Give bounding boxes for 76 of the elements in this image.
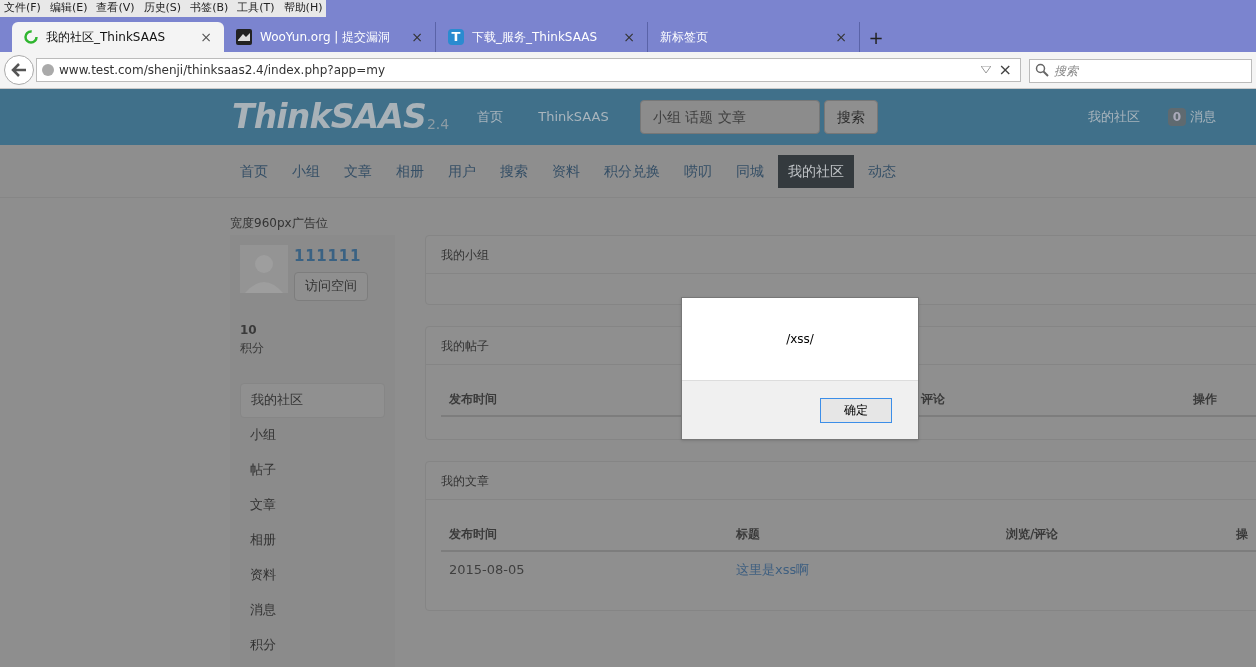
- panel-title: 我的小组: [441, 246, 489, 264]
- nav-item[interactable]: 资料: [542, 154, 590, 188]
- close-icon[interactable]: ×: [411, 26, 423, 48]
- header-link[interactable]: 消息: [1190, 107, 1217, 127]
- header-link[interactable]: ThinkSAAS: [538, 107, 609, 127]
- table-cell-text: 2015-08-05: [448, 561, 526, 580]
- url-text: www.test.com/shenji/thinksaas2.4/index.php?app=my: [59, 62, 387, 79]
- article-link[interactable]: 这里是xss啊: [728, 560, 998, 580]
- site-search-field[interactable]: 小组 话题 文章: [639, 100, 820, 134]
- visit-space-button[interactable]: 访问空间: [294, 271, 368, 301]
- panel-title: 我的帖子: [441, 337, 489, 355]
- side-menu-item[interactable]: 帖子: [240, 452, 385, 488]
- column-header: 操作: [1192, 391, 1218, 408]
- nav-item[interactable]: 唠叨: [674, 154, 722, 188]
- column-header: 标题: [735, 526, 761, 543]
- browser-tab[interactable]: 我的社区_ThinkSAAS ×: [12, 22, 224, 52]
- menu-item[interactable]: 编辑(E): [49, 0, 88, 17]
- site-logo-icon: T: [448, 29, 464, 45]
- nav-item[interactable]: 同城: [726, 154, 774, 188]
- column-header: 发布时间: [448, 526, 498, 543]
- message-count-badge: 0: [1167, 108, 1187, 126]
- user-name: 111111: [294, 246, 363, 267]
- close-icon[interactable]: ×: [623, 26, 635, 48]
- points-label: 积分: [240, 339, 265, 357]
- new-tab-button[interactable]: +: [860, 22, 892, 52]
- column-header: 发布时间: [448, 391, 498, 408]
- side-menu-item[interactable]: 消息: [240, 592, 385, 628]
- back-arrow-icon: [11, 63, 27, 77]
- column-header: 操: [1235, 526, 1249, 543]
- nav-item[interactable]: 搜索: [490, 154, 538, 188]
- column-header: 浏览/评论: [1005, 526, 1060, 543]
- side-menu-item[interactable]: 资料: [240, 557, 385, 593]
- side-menu-item[interactable]: 相册: [240, 522, 385, 558]
- side-menu-item[interactable]: 积分: [240, 627, 385, 663]
- address-field[interactable]: www.test.com/shenji/thinksaas2.4/index.php?app=my ×: [36, 58, 1021, 82]
- close-icon[interactable]: ×: [200, 26, 212, 48]
- menu-item[interactable]: 文件(F): [4, 0, 41, 17]
- loading-icon: [24, 30, 38, 44]
- nav-item[interactable]: 相册: [386, 154, 434, 188]
- nav-item[interactable]: 文章: [334, 154, 382, 188]
- version-label: 2.4: [426, 115, 450, 134]
- close-icon[interactable]: ×: [835, 26, 847, 48]
- ok-button[interactable]: 确定: [820, 397, 892, 423]
- nav-item[interactable]: 动态: [858, 154, 906, 188]
- points-value: 10: [240, 321, 258, 339]
- tab-title: WooYun.org | 提交漏洞: [260, 29, 392, 46]
- column-header: 评论: [919, 391, 946, 408]
- tab-title: 下载_服务_ThinkSAAS: [472, 29, 599, 46]
- menu-item[interactable]: 帮助(H): [283, 0, 323, 17]
- nav-item[interactable]: 我的社区: [778, 154, 854, 188]
- alert-message: /xss/: [786, 331, 814, 348]
- side-menu-item[interactable]: 我的社区: [240, 382, 385, 418]
- site-logo: ThinkSAAS: [232, 96, 426, 139]
- search-icon: [1035, 63, 1049, 77]
- nav-item[interactable]: 用户: [438, 154, 486, 188]
- menu-item[interactable]: 工具(T): [237, 0, 275, 17]
- nav-item[interactable]: 小组: [282, 154, 330, 188]
- clear-icon[interactable]: ×: [994, 58, 1016, 82]
- nav-item[interactable]: 首页: [230, 154, 278, 188]
- panel-title: 我的文章: [441, 472, 489, 490]
- search-button[interactable]: 搜索: [823, 100, 878, 134]
- nav-item[interactable]: 积分兑换: [594, 154, 670, 188]
- ad-placeholder-text: 宽度960px广告位: [230, 216, 328, 230]
- header-link[interactable]: 首页: [477, 107, 504, 127]
- tab-title: 新标签页: [660, 29, 709, 46]
- header-link[interactable]: 我的社区: [1087, 107, 1140, 127]
- menu-item[interactable]: 历史(S): [143, 0, 182, 17]
- menu-item[interactable]: 书签(B): [190, 0, 229, 17]
- back-button[interactable]: [4, 55, 34, 85]
- side-menu-item[interactable]: 小组: [240, 417, 385, 453]
- site-logo-icon: [236, 29, 252, 45]
- side-menu-item[interactable]: 文章: [240, 487, 385, 523]
- tab-title: 我的社区_ThinkSAAS: [46, 29, 167, 46]
- search-field[interactable]: 搜索: [1029, 59, 1252, 83]
- menu-item[interactable]: 查看(V): [96, 0, 135, 17]
- dropdown-icon: [980, 66, 991, 74]
